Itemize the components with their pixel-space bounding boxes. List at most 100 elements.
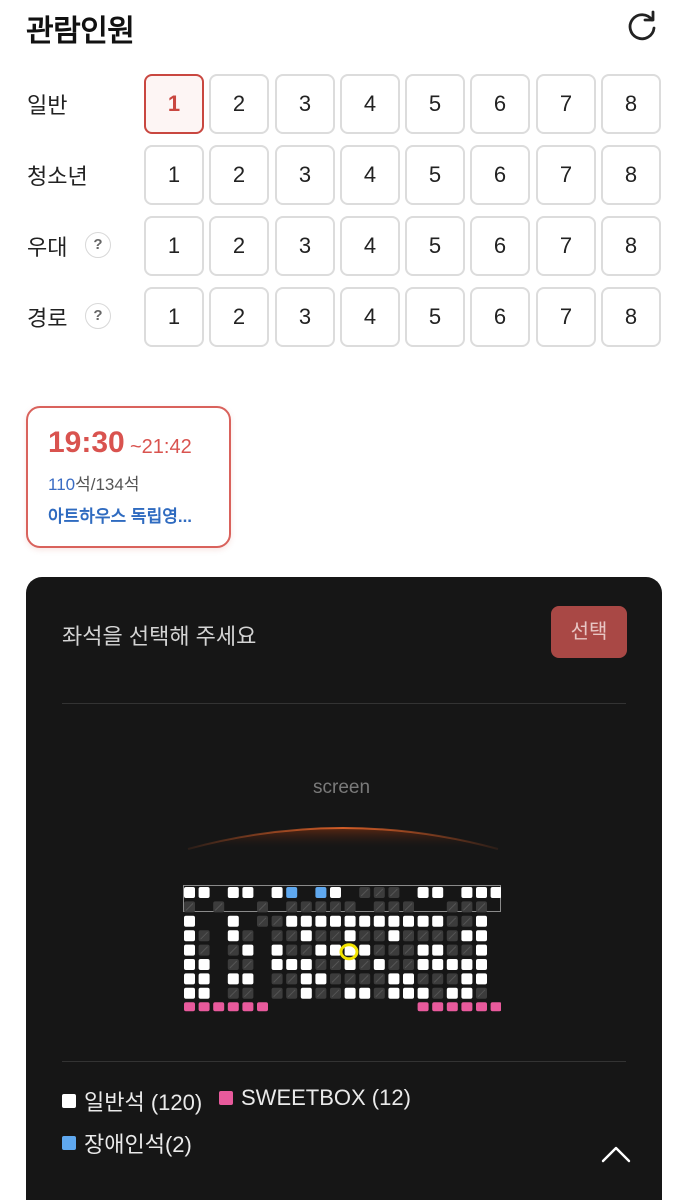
count-button[interactable]: 4 xyxy=(340,216,400,276)
count-button[interactable]: 2 xyxy=(209,74,269,134)
seat-available[interactable] xyxy=(461,973,473,985)
seat-available[interactable] xyxy=(373,959,385,970)
seat-available[interactable] xyxy=(388,915,400,927)
count-button[interactable]: 7 xyxy=(536,145,596,205)
seat-available[interactable] xyxy=(446,987,458,999)
seat-available[interactable] xyxy=(403,987,414,999)
seat-accessible[interactable] xyxy=(315,887,327,898)
seat-available[interactable] xyxy=(388,973,400,985)
seat-available[interactable] xyxy=(300,915,312,927)
seat-available[interactable] xyxy=(417,987,429,999)
seat-available[interactable] xyxy=(432,887,444,898)
seat-available[interactable] xyxy=(227,973,239,985)
count-button[interactable]: 2 xyxy=(209,145,269,205)
seat-available[interactable] xyxy=(388,987,400,999)
seat-available[interactable] xyxy=(359,987,371,999)
count-button[interactable]: 3 xyxy=(275,145,335,205)
count-button[interactable]: 8 xyxy=(601,287,661,347)
seat-sweetbox[interactable] xyxy=(184,1002,195,1012)
select-button[interactable]: 선택 xyxy=(551,606,627,658)
seat-available[interactable] xyxy=(184,973,195,985)
count-button[interactable]: 1 xyxy=(144,145,204,205)
seat-sweetbox[interactable] xyxy=(476,1002,487,1012)
count-button[interactable]: 6 xyxy=(470,287,530,347)
count-button[interactable]: 6 xyxy=(470,145,530,205)
seat-available[interactable] xyxy=(184,944,195,956)
count-button[interactable]: 4 xyxy=(340,287,400,347)
seat-sweetbox[interactable] xyxy=(213,1002,225,1012)
count-button[interactable]: 1 xyxy=(144,74,204,134)
refresh-icon[interactable] xyxy=(624,8,660,44)
seat-available[interactable] xyxy=(417,915,429,927)
seat-available[interactable] xyxy=(242,887,254,898)
seat-available[interactable] xyxy=(184,887,195,898)
seat-available[interactable] xyxy=(315,973,327,985)
seat-available[interactable] xyxy=(344,915,356,927)
seat-available[interactable] xyxy=(330,915,341,927)
seat-available[interactable] xyxy=(184,930,195,942)
seat-available[interactable] xyxy=(315,944,327,956)
seat-available[interactable] xyxy=(184,987,195,999)
seat-available[interactable] xyxy=(300,987,312,999)
help-icon[interactable]: ? xyxy=(85,303,111,329)
count-button[interactable]: 3 xyxy=(275,216,335,276)
seat-available[interactable] xyxy=(432,959,444,970)
seat-available[interactable] xyxy=(417,887,429,898)
seat-available[interactable] xyxy=(344,959,356,970)
count-button[interactable]: 6 xyxy=(470,74,530,134)
seat-available[interactable] xyxy=(330,944,341,956)
count-button[interactable]: 7 xyxy=(536,216,596,276)
seat-available[interactable] xyxy=(446,959,458,970)
seat-available[interactable] xyxy=(403,915,414,927)
count-button[interactable]: 5 xyxy=(405,74,465,134)
seat-available[interactable] xyxy=(432,944,444,956)
seat-available[interactable] xyxy=(461,930,473,942)
seat-available[interactable] xyxy=(344,930,356,942)
count-button[interactable]: 1 xyxy=(144,216,204,276)
seat-available[interactable] xyxy=(490,887,501,898)
seat-sweetbox[interactable] xyxy=(417,1002,429,1012)
seat-sweetbox[interactable] xyxy=(257,1002,268,1012)
seat-available[interactable] xyxy=(227,930,239,942)
seat-sweetbox[interactable] xyxy=(446,1002,458,1012)
seat-available[interactable] xyxy=(271,959,283,970)
chevron-up-icon[interactable] xyxy=(601,1144,631,1164)
count-button[interactable]: 3 xyxy=(275,74,335,134)
seat-available[interactable] xyxy=(417,959,429,970)
count-button[interactable]: 7 xyxy=(536,74,596,134)
seat-available[interactable] xyxy=(432,915,444,927)
seat-available[interactable] xyxy=(388,930,400,942)
seat-available[interactable] xyxy=(359,944,371,956)
seat-available[interactable] xyxy=(476,944,487,956)
count-button[interactable]: 7 xyxy=(536,287,596,347)
seat-available[interactable] xyxy=(461,987,473,999)
seat-sweetbox[interactable] xyxy=(198,1002,210,1012)
count-button[interactable]: 5 xyxy=(405,287,465,347)
seat-available[interactable] xyxy=(461,887,473,898)
seat-available[interactable] xyxy=(242,944,254,956)
count-button[interactable]: 8 xyxy=(601,216,661,276)
seat-available[interactable] xyxy=(461,959,473,970)
seat-available[interactable] xyxy=(315,915,327,927)
seat-available[interactable] xyxy=(184,959,195,970)
seat-available[interactable] xyxy=(476,973,487,985)
seat-available[interactable] xyxy=(476,915,487,927)
seat-available[interactable] xyxy=(286,959,298,970)
seat-available[interactable] xyxy=(198,959,210,970)
count-button[interactable]: 3 xyxy=(275,287,335,347)
count-button[interactable]: 4 xyxy=(340,74,400,134)
seat-available[interactable] xyxy=(184,915,195,927)
seat-available[interactable] xyxy=(271,944,283,956)
seat-available[interactable] xyxy=(300,973,312,985)
seat-sweetbox[interactable] xyxy=(461,1002,473,1012)
count-button[interactable]: 8 xyxy=(601,74,661,134)
count-button[interactable]: 1 xyxy=(144,287,204,347)
seat-sweetbox[interactable] xyxy=(242,1002,254,1012)
seat-available[interactable] xyxy=(330,887,341,898)
seat-available[interactable] xyxy=(417,944,429,956)
count-button[interactable]: 6 xyxy=(470,216,530,276)
seat-available[interactable] xyxy=(227,887,239,898)
seat-available[interactable] xyxy=(198,987,210,999)
seat-available[interactable] xyxy=(403,973,414,985)
seat-available[interactable] xyxy=(227,915,239,927)
